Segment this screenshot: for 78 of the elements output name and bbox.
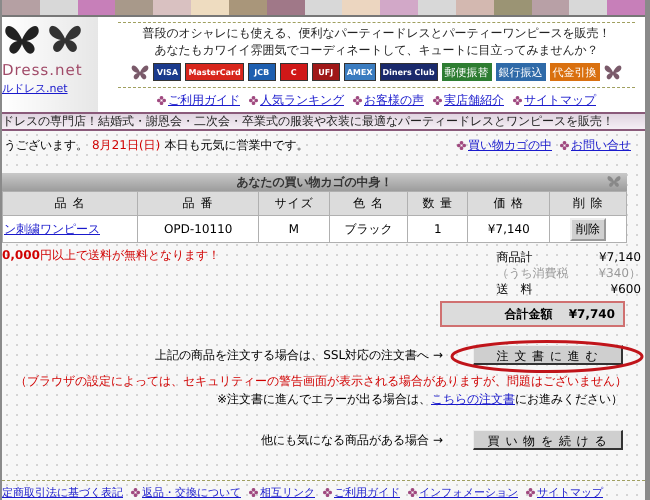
card-logo: C: [280, 63, 308, 81]
bullet-icon: [513, 96, 522, 105]
tagline: あなたもカワイイ雰囲気でコーディネートして、キュートに目立ってみませんか？: [154, 42, 598, 59]
tagline-banner: ドレスの専門店！結婚式・謝恩会・二次会・卒業式の服装や衣装に最適なパーティードレスとワンピースを販売！: [2, 112, 645, 131]
bullet-icon: [457, 140, 466, 150]
bullet-icon: [560, 140, 569, 150]
footer-link[interactable]: インフォメーション: [419, 484, 518, 500]
date-text: 8月21日(日): [92, 136, 160, 154]
footer-link[interactable]: ご利用ガイド: [334, 484, 400, 500]
bullet-icon: [408, 488, 417, 496]
column-header: 品 番: [138, 192, 259, 216]
tagline: 普段のオシャレにも使える、便利なパーティードレスとパーティーワンピースを販売！: [142, 25, 610, 42]
bullet-icon: [526, 488, 535, 496]
nav-link[interactable]: 実店舗紹介: [444, 92, 504, 109]
bullet-icon: [131, 488, 140, 496]
butterfly-icon: [604, 64, 622, 80]
card-logo: Diners Club: [380, 63, 438, 81]
column-header: 品 名: [2, 192, 138, 216]
alternative-note: ※注文書に進んでエラーが出る場合は、こちらの注文書にお進みください）: [216, 391, 623, 408]
summary-label: （うち消費税: [496, 265, 568, 281]
order-button[interactable]: 注 文 書 に 進 む: [473, 345, 623, 365]
column-header: 削 除: [550, 192, 626, 216]
summary-value: ¥7,140: [598, 249, 641, 265]
bullet-icon: [433, 96, 442, 105]
footer-link[interactable]: 相互リンク: [260, 484, 315, 500]
bullet-icon: [353, 96, 362, 105]
column-header: 色 名: [329, 192, 408, 216]
table-cell: ブラック: [329, 216, 408, 242]
total-label: 合計金額: [504, 306, 553, 322]
greeting-text: うございます。: [4, 136, 88, 154]
order-form-link[interactable]: こちらの注文書: [431, 392, 515, 406]
card-logo: JCB: [248, 63, 276, 81]
header-link[interactable]: 買い物カゴの中: [468, 136, 552, 154]
payment-label: 銀行振込: [496, 63, 546, 81]
column-header: 価 格: [468, 192, 550, 216]
nav-link[interactable]: サイトマップ: [524, 92, 596, 109]
site-logo-text: Dress.net: [2, 62, 84, 78]
footer-link[interactable]: 返品・交換について: [142, 484, 241, 500]
column-header: サイズ: [258, 192, 329, 216]
summary-label: 商品計: [496, 249, 534, 265]
summary-value: ¥340）: [598, 265, 641, 281]
bullet-icon: [249, 96, 258, 105]
butterfly-icon: [607, 175, 621, 188]
footer-link[interactable]: サイトマップ: [537, 484, 603, 500]
butterfly-icon: [131, 64, 150, 80]
greeting-text: 本日も元気に営業中です。: [164, 136, 308, 154]
warning-text: （ブラウザの設定によっては、セキュリティーの警告画面が表示される場合がありますが、問題はございません）: [15, 373, 627, 390]
nav-link[interactable]: 人気ランキング: [260, 92, 344, 109]
card-logo: MasterCard: [185, 63, 244, 81]
nav-link[interactable]: ご利用ガイド: [168, 92, 240, 109]
header-link[interactable]: お問い合せ: [571, 136, 631, 154]
card-logo: AMEX: [344, 63, 376, 81]
order-instruction: 上記の商品を注文する場合は、SSL対応の注文書へ →: [155, 347, 443, 364]
table-cell: 1: [408, 216, 468, 242]
card-logo: UFJ: [312, 63, 340, 81]
footer-link[interactable]: 定商取引法に基づく表記: [2, 484, 123, 500]
delete-button[interactable]: 削除: [570, 218, 606, 240]
bullet-icon: [323, 488, 332, 496]
total-value: ¥7,740: [568, 307, 615, 321]
continue-shopping-button[interactable]: 買 い 物 を 続 け る: [473, 430, 623, 450]
column-header: 数 量: [408, 192, 468, 216]
nav-link[interactable]: お客様の声: [364, 92, 424, 109]
payment-label: 郵便振替: [442, 63, 492, 81]
shipping-note: 0,000円以上で送料が無料となります！: [2, 247, 220, 261]
bullet-icon: [157, 96, 166, 105]
summary-value: ¥600: [609, 281, 641, 297]
butterfly-icon: [48, 23, 82, 54]
continue-instruction: 他にも気になる商品がある場合 →: [261, 432, 443, 449]
card-logo: VISA: [153, 63, 182, 81]
table-cell: M: [258, 216, 329, 242]
table-cell: OPD-10110: [138, 216, 259, 242]
payment-label: 代金引換: [550, 63, 600, 81]
butterfly-icon: [4, 23, 40, 56]
table-cell: ¥7,140: [468, 216, 550, 242]
site-link[interactable]: ルドレス.net: [2, 81, 98, 96]
table-title: あなたの買い物カゴの中身！: [236, 174, 392, 190]
bullet-icon: [249, 488, 258, 496]
summary-label: 送 料: [496, 281, 534, 297]
